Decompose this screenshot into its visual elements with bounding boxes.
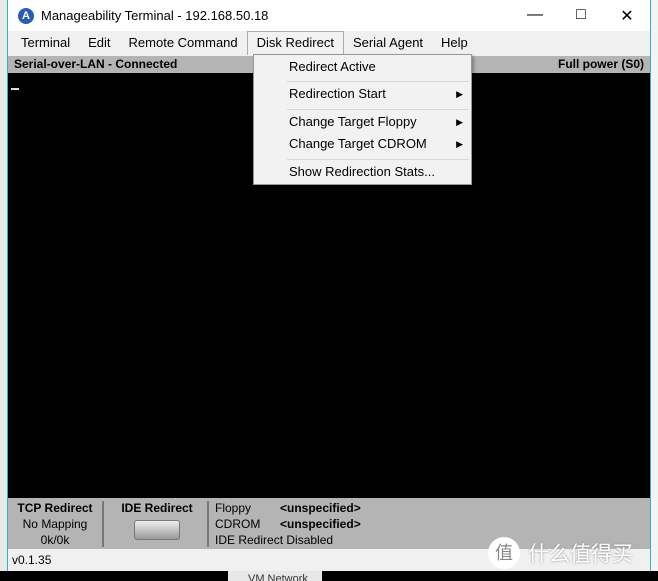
ide-redirect-state: IDE Redirect Disabled bbox=[215, 533, 334, 547]
terminal-cursor bbox=[11, 88, 19, 90]
menu-bar: Terminal Edit Remote Command Disk Redire… bbox=[8, 31, 650, 55]
submenu-arrow-icon: ▶ bbox=[456, 89, 463, 99]
floppy-label: Floppy bbox=[215, 501, 252, 515]
ide-redirect-title: IDE Redirect bbox=[121, 501, 193, 515]
menu-item-redirect-active[interactable]: Redirect Active bbox=[289, 57, 463, 77]
disk-redirect-menu: Redirect Active Redirection Start ▶ Chang… bbox=[253, 54, 472, 185]
menu-item-redirection-start[interactable]: Redirection Start ▶ bbox=[289, 84, 463, 104]
tcp-mapping: No Mapping bbox=[22, 517, 88, 531]
menu-disk-redirect[interactable]: Disk Redirect bbox=[246, 31, 344, 55]
app-logo-icon: A bbox=[18, 7, 34, 24]
maximize-button[interactable]: □ bbox=[558, 6, 604, 26]
submenu-arrow-icon: ▶ bbox=[456, 117, 463, 127]
menu-item-show-redirection-stats[interactable]: Show Redirection Stats... bbox=[289, 162, 463, 182]
menu-separator bbox=[287, 81, 469, 82]
title-bar: A Manageability Terminal - 192.168.50.18… bbox=[8, 0, 650, 31]
menu-item-change-target-floppy[interactable]: Change Target Floppy ▶ bbox=[289, 112, 463, 132]
vm-network-item[interactable]: VM Network bbox=[228, 571, 322, 581]
menu-edit[interactable]: Edit bbox=[79, 32, 119, 54]
menu-remote-command[interactable]: Remote Command bbox=[120, 32, 247, 54]
tcp-rate: 0k/0k bbox=[40, 533, 70, 547]
desktop-background-right bbox=[651, 0, 658, 571]
menu-separator bbox=[287, 159, 469, 160]
close-button[interactable]: ✕ bbox=[604, 6, 650, 26]
connection-status: Serial-over-LAN - Connected bbox=[14, 57, 178, 71]
watermark-text: 什么值得买 bbox=[528, 543, 633, 566]
menu-separator bbox=[287, 109, 469, 110]
menu-item-change-target-cdrom[interactable]: Change Target CDROM ▶ bbox=[289, 134, 463, 154]
hard-drive-icon bbox=[134, 520, 180, 540]
floppy-value: <unspecified> bbox=[280, 501, 361, 515]
menu-help[interactable]: Help bbox=[432, 32, 477, 54]
cdrom-value: <unspecified> bbox=[280, 517, 361, 531]
cdrom-label: CDROM bbox=[215, 517, 261, 531]
submenu-arrow-icon: ▶ bbox=[456, 139, 463, 149]
divider bbox=[102, 501, 104, 547]
menu-serial-agent[interactable]: Serial Agent bbox=[344, 32, 432, 54]
watermark: 值什么值得买 bbox=[488, 537, 633, 569]
menu-terminal[interactable]: Terminal bbox=[12, 32, 79, 54]
watermark-logo: 值 bbox=[488, 537, 520, 569]
tcp-redirect-title: TCP Redirect bbox=[17, 501, 93, 515]
window-title: Manageability Terminal - 192.168.50.18 bbox=[41, 8, 269, 23]
power-status: Full power (S0) bbox=[557, 57, 644, 71]
minimize-button[interactable]: — bbox=[512, 6, 558, 26]
divider bbox=[207, 501, 209, 547]
